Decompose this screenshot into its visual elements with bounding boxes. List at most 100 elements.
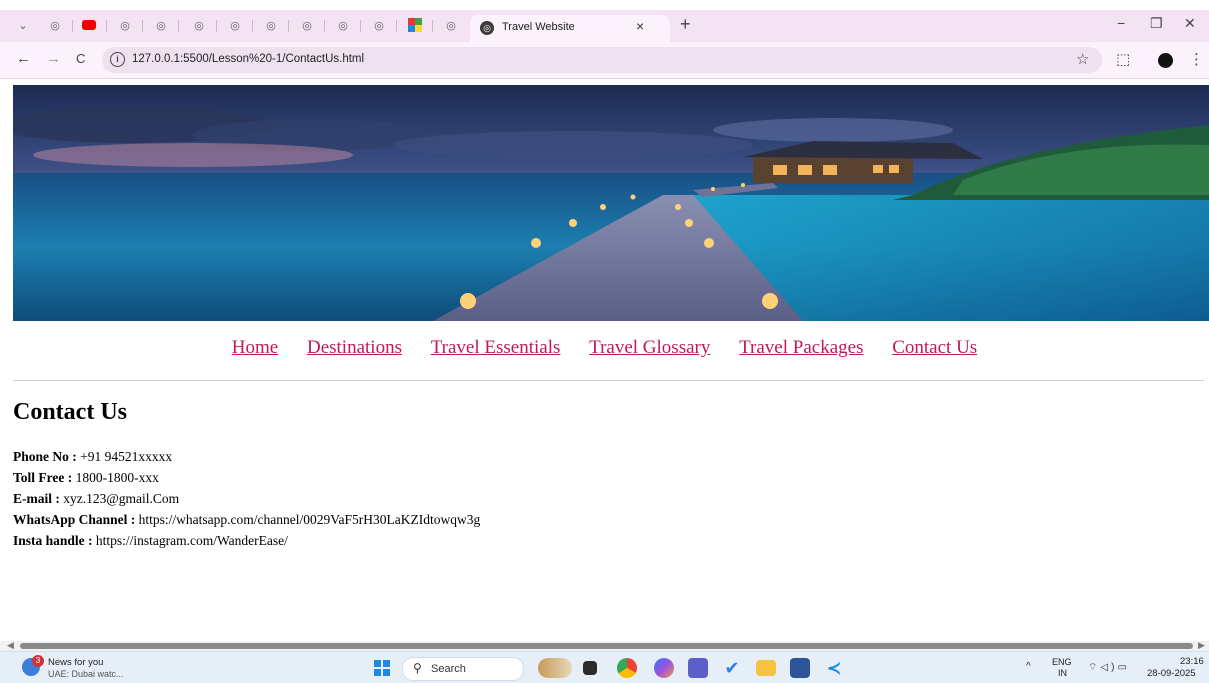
- teams-icon[interactable]: [688, 658, 708, 678]
- volume-icon: ◁): [1100, 662, 1118, 673]
- start-windows-icon[interactable]: [374, 660, 390, 676]
- contact-value: 1800-1800-xxx: [72, 470, 159, 485]
- scroll-left-arrow-icon[interactable]: ◀: [7, 640, 14, 651]
- clock-time[interactable]: 23:16: [1180, 656, 1204, 667]
- hero-banner-image: [13, 85, 1209, 321]
- tab-favicon-globe[interactable]: ◎: [262, 16, 280, 34]
- tab-separator: [324, 20, 325, 32]
- chrome-icon[interactable]: [617, 658, 637, 678]
- tray-status-icons[interactable]: ⌔◁)▭: [1088, 661, 1130, 674]
- contact-row-instagram: Insta handle : https://instagram.com/Wan…: [13, 530, 480, 551]
- ocean-boardwalk-illustration: [13, 85, 1209, 321]
- tab-list-button[interactable]: ⌄: [14, 16, 32, 34]
- region-indicator[interactable]: IN: [1058, 668, 1067, 678]
- tab-separator: [360, 20, 361, 32]
- page-title: Contact Us: [13, 399, 127, 425]
- tab-separator: [252, 20, 253, 32]
- word-icon[interactable]: [790, 658, 810, 678]
- weather-widget-icon[interactable]: [538, 658, 572, 678]
- battery-icon: ▭: [1117, 662, 1130, 673]
- contact-details: Phone No : +91 94521xxxxx Toll Free : 18…: [13, 446, 480, 551]
- copilot-icon[interactable]: [654, 658, 674, 678]
- grid-icon: [408, 18, 422, 32]
- tab-separator: [432, 20, 433, 32]
- taskbar-search[interactable]: ⚲ Search: [402, 657, 524, 681]
- close-window-button[interactable]: ✕: [1184, 15, 1196, 32]
- globe-icon: ◎: [480, 21, 494, 35]
- browser-menu-icon[interactable]: ⋮: [1189, 50, 1204, 68]
- clock-date[interactable]: 28-09-2025: [1147, 668, 1196, 679]
- nav-link-travel-essentials[interactable]: Travel Essentials: [431, 337, 561, 358]
- tab-favicon-globe[interactable]: ◎: [46, 16, 64, 34]
- tab-separator: [106, 20, 107, 32]
- divider: [13, 380, 1204, 381]
- news-subtitle[interactable]: UAE: Dubai watc...: [48, 669, 124, 679]
- youtube-tab-icon[interactable]: [80, 16, 98, 34]
- tab-separator: [142, 20, 143, 32]
- tab-favicon-globe[interactable]: ◎: [370, 16, 388, 34]
- extensions-icon[interactable]: ⬚: [1116, 50, 1130, 68]
- tab-favicon-globe[interactable]: ◎: [152, 16, 170, 34]
- address-toolbar: ← → C i 127.0.0.1:5500/Lesson%20-1/Conta…: [0, 42, 1209, 79]
- tab-separator: [178, 20, 179, 32]
- scrollbar-thumb[interactable]: [20, 643, 1193, 649]
- back-button[interactable]: ←: [16, 50, 31, 67]
- language-indicator[interactable]: ENG: [1052, 657, 1072, 667]
- vscode-icon[interactable]: ≺: [824, 658, 844, 678]
- tab-separator: [288, 20, 289, 32]
- tab-favicon-globe[interactable]: ◎: [442, 16, 460, 34]
- nav-link-home[interactable]: Home: [232, 337, 278, 358]
- tab-separator: [216, 20, 217, 32]
- profile-avatar[interactable]: [1158, 53, 1173, 68]
- nav-link-travel-glossary[interactable]: Travel Glossary: [589, 337, 710, 358]
- contact-value: xyz.123@gmail.Com: [59, 491, 180, 506]
- minimize-button[interactable]: −: [1117, 15, 1125, 31]
- contact-label: Phone No :: [13, 449, 77, 464]
- contact-row-whatsapp: WhatsApp Channel : https://whatsapp.com/…: [13, 509, 480, 530]
- site-info-icon[interactable]: i: [110, 52, 125, 67]
- horizontal-scrollbar[interactable]: ◀ ▶: [0, 640, 1209, 651]
- tab-separator: [72, 20, 73, 32]
- tab-list-icon: ⌄: [18, 19, 28, 32]
- scroll-right-arrow-icon[interactable]: ▶: [1198, 640, 1205, 651]
- contact-label: Insta handle :: [13, 533, 93, 548]
- url-text[interactable]: 127.0.0.1:5500/Lesson%20-1/ContactUs.htm…: [132, 53, 364, 65]
- tab-favicon-globe[interactable]: ◎: [116, 16, 134, 34]
- tab-favicon-globe[interactable]: ◎: [298, 16, 316, 34]
- wifi-icon: ⌔: [1088, 662, 1101, 673]
- bookmark-star-icon[interactable]: ☆: [1076, 50, 1089, 68]
- active-tab[interactable]: ◎ Travel Website ×: [470, 15, 670, 42]
- nav-link-destinations[interactable]: Destinations: [307, 337, 402, 358]
- tab-favicon-globe[interactable]: ◎: [226, 16, 244, 34]
- contact-label: WhatsApp Channel :: [13, 512, 136, 527]
- tab-favicon-globe[interactable]: ◎: [190, 16, 208, 34]
- news-badge: 3: [32, 655, 44, 667]
- todo-check-icon[interactable]: ✔: [722, 658, 742, 678]
- task-view-icon[interactable]: [583, 661, 597, 675]
- reload-button[interactable]: C: [76, 51, 85, 66]
- file-explorer-icon[interactable]: [756, 660, 776, 676]
- new-tab-button[interactable]: +: [680, 14, 691, 35]
- nav-link-contact-us[interactable]: Contact Us: [892, 337, 977, 358]
- contact-value: https://whatsapp.com/channel/0029VaF5rH3…: [135, 512, 481, 527]
- colorful-tab-icon[interactable]: [406, 16, 424, 34]
- tray-overflow-chevron-icon[interactable]: ^: [1026, 661, 1031, 672]
- address-field[interactable]: i 127.0.0.1:5500/Lesson%20-1/ContactUs.h…: [102, 47, 1102, 73]
- restore-button[interactable]: ❐: [1150, 15, 1163, 32]
- tab-strip: ⌄ ◎ ◎ ◎ ◎ ◎ ◎ ◎ ◎ ◎ ◎ ◎ Travel Website ×…: [0, 10, 1209, 42]
- tab-separator: [396, 20, 397, 32]
- contact-value: +91 94521xxxxx: [76, 449, 173, 464]
- tab-favicon-globe[interactable]: ◎: [334, 16, 352, 34]
- nav-link-travel-packages[interactable]: Travel Packages: [739, 337, 863, 358]
- search-icon: ⚲: [413, 661, 422, 675]
- news-title[interactable]: News for you: [48, 657, 103, 668]
- contact-row-email: E-mail : xyz.123@gmail.Com: [13, 488, 480, 509]
- active-tab-title: Travel Website: [502, 21, 575, 33]
- forward-button[interactable]: →: [46, 50, 61, 67]
- contact-value: https://instagram.com/WanderEase/: [92, 533, 288, 548]
- tab-close-icon[interactable]: ×: [636, 18, 644, 34]
- contact-label: Toll Free :: [13, 470, 73, 485]
- site-navigation: Home Destinations Travel Essentials Trav…: [0, 337, 1209, 359]
- contact-row-toll-free: Toll Free : 1800-1800-xxx: [13, 467, 480, 488]
- taskbar: 3 News for you UAE: Dubai watc... ⚲ Sear…: [0, 651, 1209, 683]
